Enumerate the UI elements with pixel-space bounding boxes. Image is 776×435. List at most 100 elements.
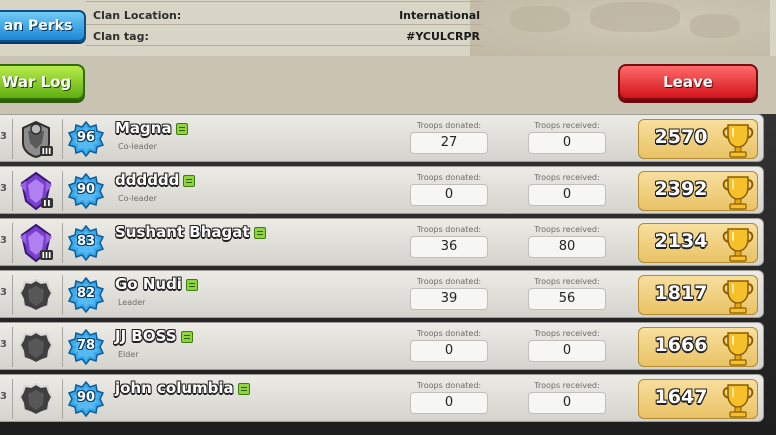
member-level: 90 [76, 182, 96, 197]
member-name-wrap[interactable]: Sushant Bhagat [115, 223, 266, 241]
troops-received-label: Troops received: [534, 381, 600, 390]
row-divider [62, 379, 63, 419]
member-name-wrap[interactable]: Magna [115, 119, 188, 137]
trophy-icon [722, 124, 754, 158]
troops-donated-label: Troops donated: [416, 381, 482, 390]
member-level: 96 [76, 130, 96, 145]
clan-location-label: Clan Location: [93, 9, 182, 22]
member-row[interactable]: 3 96 Magna Co-leader Troops donated: 27 … [0, 114, 764, 162]
member-name[interactable]: Sushant Bhagat [115, 223, 250, 241]
trophy-icon [722, 280, 754, 314]
member-name[interactable]: Go Nudi [115, 275, 182, 293]
trophy-box: 1666 [638, 327, 758, 367]
chat-icon [183, 175, 196, 187]
troops-donated-value: 0 [410, 184, 488, 206]
clan-tag-value: #YCULCRPR [406, 30, 480, 43]
clan-location-value: International [399, 9, 480, 22]
clan-members-screen: Clan Location: International Clan tag: #… [0, 0, 776, 435]
trophy-count: 1817 [654, 282, 708, 304]
row-divider [62, 171, 63, 211]
clan-tag-row: Clan tag: #YCULCRPR [86, 28, 482, 46]
row-divider [12, 379, 13, 419]
member-name-wrap[interactable]: john columbia [115, 379, 250, 397]
chat-icon [180, 331, 193, 343]
war-log-button[interactable]: War Log [0, 64, 85, 100]
member-name-wrap[interactable]: dddddd [115, 171, 196, 189]
trophy-count: 1666 [654, 334, 708, 356]
troops-donated-value: 36 [410, 236, 488, 258]
troops-received-label: Troops received: [534, 277, 600, 286]
row-divider [12, 327, 13, 367]
trophy-box: 2134 [638, 223, 758, 263]
row-divider [62, 327, 63, 367]
troops-donated-label: Troops donated: [416, 329, 482, 338]
chat-icon [237, 383, 250, 395]
troops-received-value: 0 [528, 392, 606, 414]
member-rank: 3 [0, 287, 7, 298]
chat-icon [185, 279, 198, 291]
troops-received-value: 0 [528, 132, 606, 154]
row-divider [62, 275, 63, 315]
leave-clan-button[interactable]: Leave [618, 64, 758, 100]
trophy-icon [722, 332, 754, 366]
member-rank: 3 [0, 391, 7, 402]
grey-league-badge-icon [22, 120, 53, 159]
troops-donated-value: 0 [410, 392, 488, 414]
troops-received-value: 80 [528, 236, 606, 258]
troops-received-value: 0 [528, 340, 606, 362]
troops-donated-label: Troops donated: [416, 277, 482, 286]
member-level: 90 [76, 390, 96, 405]
member-row[interactable]: 3 83 Sushant Bhagat Troops donated: 36 T… [0, 218, 764, 266]
trophy-count: 2134 [654, 230, 708, 252]
row-divider [62, 119, 63, 159]
unranked-badge-icon [18, 278, 54, 313]
troops-donated-value: 27 [410, 132, 488, 154]
chat-icon [175, 123, 188, 135]
purple-league-3-badge-icon [20, 223, 53, 263]
trophy-count: 2570 [654, 126, 708, 148]
troops-received-label: Troops received: [534, 121, 600, 130]
clan-info-row-clipped [86, 0, 482, 2]
troops-received-label: Troops received: [534, 173, 600, 182]
trophy-count: 2392 [654, 178, 708, 200]
clan-perks-button[interactable]: an Perks [0, 10, 86, 42]
member-name[interactable]: dddddd [115, 171, 179, 189]
trophy-count: 1647 [654, 386, 708, 408]
member-rank: 3 [0, 183, 7, 194]
member-name-wrap[interactable]: JJ BOSS [115, 327, 193, 345]
member-name[interactable]: Magna [115, 119, 172, 137]
member-name[interactable]: john columbia [115, 379, 234, 397]
member-row[interactable]: 3 90 dddddd Co-leader Troops donated: 0 … [0, 166, 764, 214]
trophy-icon [722, 176, 754, 210]
member-name[interactable]: JJ BOSS [115, 327, 177, 345]
member-list[interactable]: 3 96 Magna Co-leader Troops donated: 27 … [0, 114, 776, 435]
troops-received-label: Troops received: [534, 225, 600, 234]
troops-received-value: 56 [528, 288, 606, 310]
trophy-box: 1817 [638, 275, 758, 315]
world-map-background [470, 0, 770, 56]
member-role: Co-leader [118, 194, 157, 203]
row-divider [12, 275, 13, 315]
member-name-wrap[interactable]: Go Nudi [115, 275, 198, 293]
row-divider [12, 223, 13, 263]
clan-location-row: Clan Location: International [86, 7, 482, 25]
member-row[interactable]: 3 82 Go Nudi Leader Troops donated: 39 T… [0, 270, 764, 318]
member-row[interactable]: 3 78 JJ BOSS Elder Troops donated: 0 Tro… [0, 322, 764, 370]
clan-info-panel: Clan Location: International Clan tag: #… [0, 0, 776, 62]
troops-received-label: Troops received: [534, 329, 600, 338]
member-rank: 3 [0, 235, 7, 246]
member-role: Elder [118, 350, 139, 359]
chat-icon [253, 227, 266, 239]
member-level: 82 [76, 286, 96, 301]
member-row[interactable]: 3 90 john columbia Troops donated: 0 Tro… [0, 374, 764, 422]
member-level: 78 [76, 338, 96, 353]
unranked-badge-icon [18, 330, 54, 365]
purple-league-2-badge-icon [20, 171, 53, 211]
member-rank: 3 [0, 339, 7, 350]
trophy-box: 2570 [638, 119, 758, 159]
clan-tag-label: Clan tag: [93, 30, 149, 43]
trophy-icon [722, 384, 754, 418]
member-rank: 3 [0, 131, 7, 142]
unranked-badge-icon [18, 382, 54, 417]
member-level: 83 [76, 234, 96, 249]
